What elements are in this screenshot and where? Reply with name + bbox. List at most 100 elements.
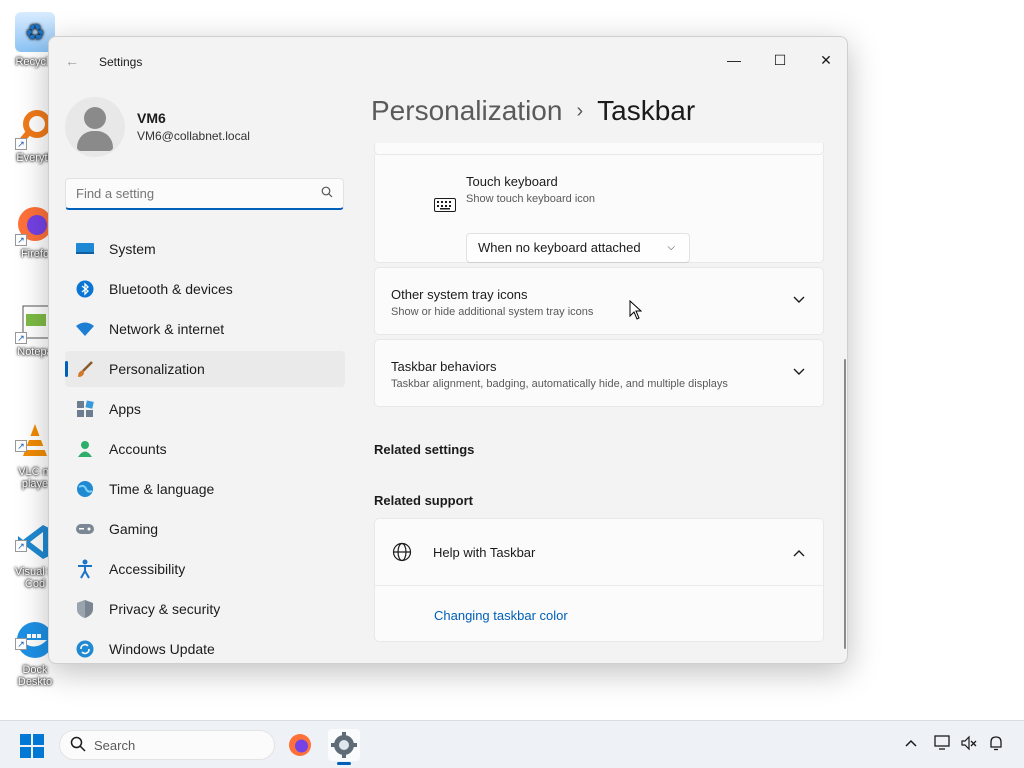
accessibility-icon: [75, 559, 95, 579]
chevron-up-icon[interactable]: [793, 545, 805, 560]
sidebar-item-time-language[interactable]: Time & language: [65, 471, 345, 507]
gamepad-icon: [75, 519, 95, 539]
active-app-indicator: [337, 762, 351, 765]
taskbar-search-label: Search: [94, 738, 136, 753]
sidebar-item-apps[interactable]: Apps: [65, 391, 345, 427]
taskbar-search[interactable]: Search: [59, 730, 275, 760]
shortcut-arrow-icon: ↗: [15, 540, 27, 552]
other-tray-icons-card[interactable]: Other system tray icons Show or hide add…: [374, 267, 824, 335]
volume-muted-icon[interactable]: [960, 735, 978, 754]
sidebar-item-windows-update[interactable]: Windows Update: [65, 631, 345, 663]
mouse-cursor-icon: [629, 299, 643, 325]
search-icon: [70, 736, 86, 756]
avatar: [65, 97, 125, 157]
profile-name: VM6: [137, 110, 166, 126]
sidebar-item-gaming[interactable]: Gaming: [65, 511, 345, 547]
breadcrumb-separator: ›: [576, 100, 584, 122]
touch-keyboard-dropdown[interactable]: When no keyboard attached ⌵: [466, 233, 690, 263]
sidebar-item-label: Personalization: [109, 361, 205, 377]
close-button[interactable]: ✕: [803, 45, 847, 75]
sidebar-item-label: Privacy & security: [109, 601, 221, 617]
system-icon: [75, 239, 95, 259]
other-tray-icons-title: Other system tray icons: [391, 287, 528, 302]
window-title: Settings: [99, 55, 143, 69]
sidebar-item-label: Accessibility: [109, 561, 186, 577]
shortcut-arrow-icon: ↗: [15, 332, 27, 344]
sidebar-nav: System Bluetooth & devices Network & int…: [65, 231, 345, 663]
previous-card-edge: [374, 143, 824, 155]
bluetooth-icon: [75, 279, 95, 299]
page-title: Taskbar: [597, 95, 696, 126]
apps-icon: [75, 399, 95, 419]
sidebar-item-label: Windows Update: [109, 641, 215, 657]
touch-keyboard-title: Touch keyboard: [466, 174, 558, 189]
taskbar: Search: [0, 720, 1024, 768]
settings-gear-icon: [331, 732, 357, 758]
network-icon[interactable]: [934, 735, 952, 754]
globe-clock-icon: [75, 479, 95, 499]
dropdown-selected-value: When no keyboard attached: [478, 240, 641, 255]
maximize-button[interactable]: ☐: [757, 45, 803, 75]
touch-keyboard-subtitle: Show touch keyboard icon: [466, 193, 596, 205]
help-with-taskbar-card: Help with Taskbar Changing taskbar color: [374, 518, 824, 642]
update-icon: [75, 639, 95, 659]
firefox-icon: [289, 734, 311, 756]
sidebar-item-accounts[interactable]: Accounts: [65, 431, 345, 467]
svg-text:♻: ♻: [25, 20, 45, 45]
account-icon: [75, 439, 95, 459]
sidebar-item-label: Accounts: [109, 441, 167, 457]
globe-icon: [392, 542, 412, 567]
breadcrumb: Personalization › Taskbar: [371, 95, 695, 127]
chevron-down-icon[interactable]: [793, 364, 805, 379]
keyboard-icon: [434, 198, 456, 217]
sidebar-item-label: Gaming: [109, 521, 159, 537]
shortcut-arrow-icon: ↗: [15, 440, 27, 452]
breadcrumb-parent[interactable]: Personalization: [371, 95, 562, 126]
profile-email: VM6@collabnet.local: [137, 129, 250, 143]
sidebar-item-label: Network & internet: [109, 321, 225, 337]
wifi-icon: [75, 319, 95, 339]
desktop-icon-label: Dock Deskto: [17, 664, 53, 688]
help-header[interactable]: Help with Taskbar: [375, 519, 823, 586]
sidebar-item-accessibility[interactable]: Accessibility: [65, 551, 345, 587]
settings-window: ← Settings — ☐ ✕ VM6 VM6@collabnet.local…: [48, 36, 848, 664]
taskbar-app-settings[interactable]: [328, 729, 360, 765]
sidebar-item-label: Time & language: [109, 481, 215, 497]
title-bar[interactable]: ← Settings — ☐ ✕: [49, 37, 847, 85]
taskbar-behaviors-title: Taskbar behaviors: [391, 359, 497, 374]
sidebar-item-label: System: [109, 241, 156, 257]
back-arrow-icon[interactable]: ←: [65, 53, 79, 69]
search-input[interactable]: [66, 179, 306, 207]
shortcut-arrow-icon: ↗: [15, 234, 27, 246]
sidebar-item-label: Bluetooth & devices: [109, 281, 233, 297]
chevron-up-icon[interactable]: [904, 735, 918, 751]
sidebar-item-privacy-security[interactable]: Privacy & security: [65, 591, 345, 627]
sidebar-item-system[interactable]: System: [65, 231, 345, 267]
search-icon[interactable]: [321, 186, 333, 201]
find-setting-search[interactable]: [65, 178, 344, 210]
other-tray-icons-subtitle: Show or hide additional system tray icon…: [391, 306, 594, 318]
sidebar-item-personalization[interactable]: Personalization: [65, 351, 345, 387]
taskbar-behaviors-card[interactable]: Taskbar behaviors Taskbar alignment, bad…: [374, 339, 824, 407]
help-title: Help with Taskbar: [433, 545, 536, 560]
brush-icon: [75, 359, 95, 379]
changing-taskbar-color-link[interactable]: Changing taskbar color: [434, 608, 568, 623]
sidebar-item-label: Apps: [109, 401, 141, 417]
chevron-down-icon: ⌵: [667, 242, 675, 253]
notification-bell-icon[interactable]: [988, 735, 1004, 754]
minimize-button[interactable]: —: [711, 45, 757, 75]
sidebar-item-bluetooth[interactable]: Bluetooth & devices: [65, 271, 345, 307]
shield-icon: [75, 599, 95, 619]
scrollbar[interactable]: [844, 359, 846, 649]
taskbar-app-firefox[interactable]: [284, 729, 316, 761]
chevron-down-icon[interactable]: [793, 292, 805, 307]
touch-keyboard-card: Touch keyboard Show touch keyboard icon …: [374, 155, 824, 263]
sidebar-item-network[interactable]: Network & internet: [65, 311, 345, 347]
user-profile[interactable]: VM6 VM6@collabnet.local: [65, 97, 345, 161]
related-settings-heading: Related settings: [374, 442, 475, 457]
related-support-heading: Related support: [374, 493, 473, 508]
main-content: Touch keyboard Show touch keyboard icon …: [374, 143, 824, 659]
shortcut-arrow-icon: ↗: [15, 638, 27, 650]
start-button[interactable]: [20, 734, 44, 758]
taskbar-behaviors-subtitle: Taskbar alignment, badging, automaticall…: [391, 378, 728, 390]
